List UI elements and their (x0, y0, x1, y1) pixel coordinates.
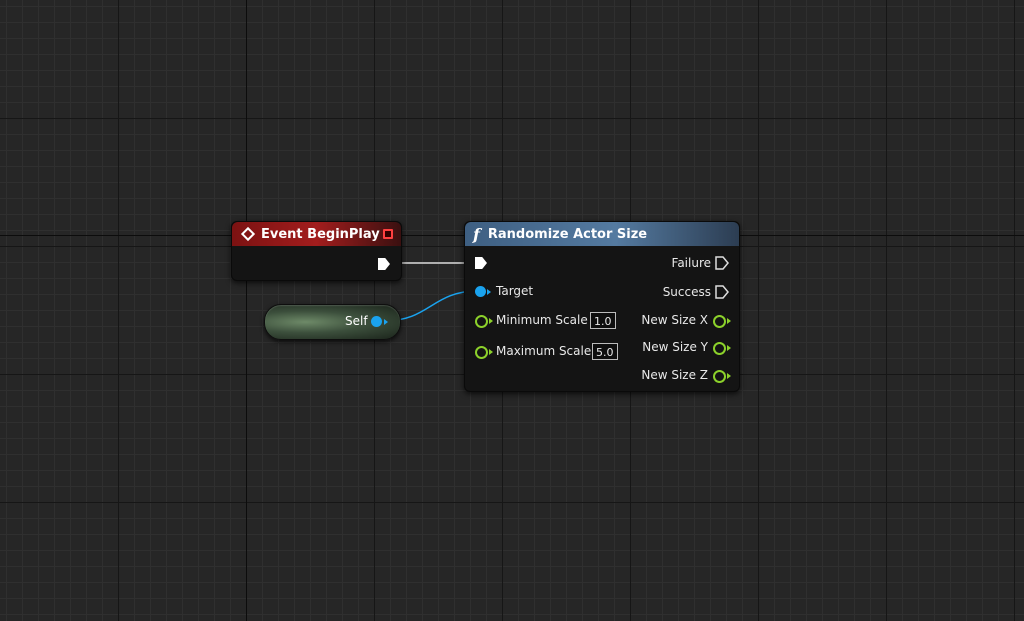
event-node-header[interactable]: Event BeginPlay (232, 222, 401, 246)
maximum-scale-label: Maximum Scale (496, 344, 592, 358)
function-f-icon: f (473, 224, 480, 244)
success-exec-pin[interactable] (715, 285, 729, 299)
target-label: Target (496, 284, 534, 298)
self-pin-arrow-icon (384, 319, 388, 325)
new-size-y-pin[interactable] (713, 342, 726, 355)
new-size-x-arrow-icon (727, 318, 731, 324)
randomize-actor-size-node[interactable]: f Randomize Actor Size Failure Target Su… (464, 221, 740, 392)
self-output-pin[interactable] (371, 316, 382, 327)
new-size-x-label: New Size X (641, 313, 708, 327)
new-size-z-label: New Size Z (641, 368, 708, 382)
maximum-scale-input[interactable]: 5.0 (592, 343, 618, 360)
event-diamond-icon (240, 226, 256, 242)
minimum-scale-label: Minimum Scale (496, 313, 588, 327)
new-size-y-arrow-icon (727, 345, 731, 351)
minimum-scale-pin[interactable] (475, 315, 488, 328)
target-pin-arrow-icon (487, 289, 491, 295)
new-size-z-arrow-icon (727, 373, 731, 379)
event-beginplay-node[interactable]: Event BeginPlay (231, 221, 402, 281)
minimum-scale-arrow-icon (489, 318, 493, 324)
function-node-title: Randomize Actor Size (487, 226, 648, 242)
target-input-pin[interactable] (475, 286, 486, 297)
self-label: Self (345, 314, 368, 328)
new-size-y-label: New Size Y (642, 340, 708, 354)
self-node[interactable]: Self (264, 304, 401, 340)
event-node-title: Event BeginPlay (261, 226, 380, 242)
success-label: Success (662, 285, 711, 299)
minimum-scale-input[interactable]: 1.0 (590, 312, 616, 329)
failure-label: Failure (671, 256, 711, 270)
new-size-x-pin[interactable] (713, 315, 726, 328)
function-node-header[interactable]: f Randomize Actor Size (465, 222, 739, 246)
maximum-scale-arrow-icon (489, 349, 493, 355)
failure-exec-pin[interactable] (715, 256, 729, 270)
exec-input-pin[interactable] (475, 257, 487, 269)
grid-axis-vertical (246, 0, 247, 621)
maximum-scale-pin[interactable] (475, 346, 488, 359)
new-size-z-pin[interactable] (713, 370, 726, 383)
exec-output-pin[interactable] (378, 258, 390, 270)
event-stop-icon (383, 229, 393, 239)
